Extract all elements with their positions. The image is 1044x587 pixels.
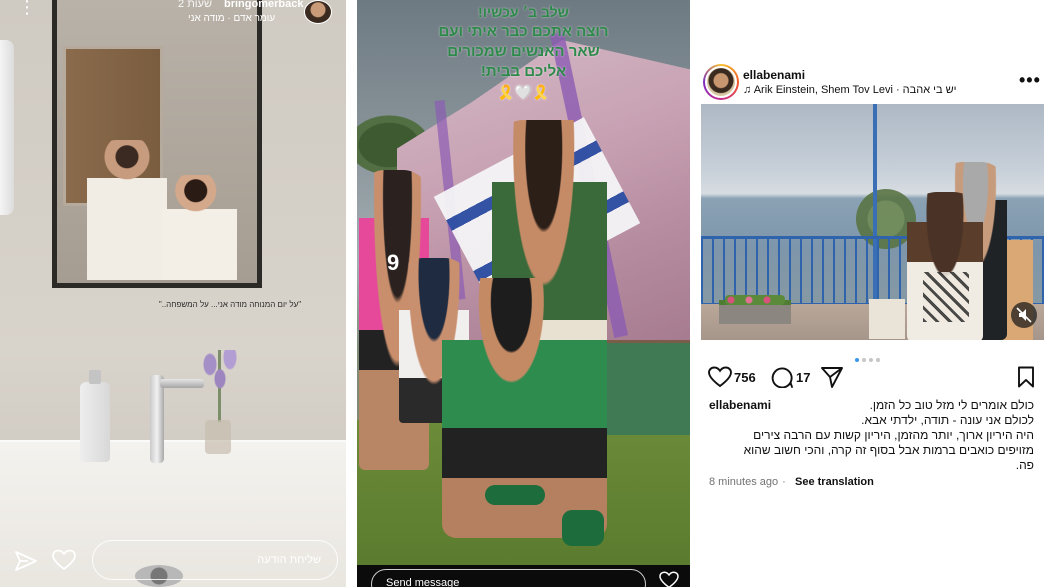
story-middle: 9 שלב ב׳ עכשיו! רוצה אתכם כבר איתי ועם ש…: [357, 0, 690, 587]
comment-icon[interactable]: [770, 366, 794, 393]
story-text-line: אליכם בבית!: [480, 63, 567, 80]
instagram-post: ellabenami ♫ Arik Einstein, Shem Tov Lev…: [701, 0, 1044, 587]
sneaker: [562, 510, 604, 546]
story-caption: "על יום המנוחה מודה אני... על המשפחה..": [158, 300, 302, 309]
post-music-label: Arik Einstein, Shem Tov Levi · יש בי אהב…: [753, 84, 957, 96]
avatar[interactable]: [705, 66, 737, 98]
separator-dot: ·: [782, 476, 786, 488]
soap-dispenser: [80, 370, 110, 462]
planter-pot: [869, 299, 905, 339]
vase: [205, 420, 231, 454]
post-caption: ellabenami כולם אומרים לי מזל טוב כל הזמ…: [709, 398, 1034, 473]
ribbon-emoji: 🎗️🤍🎗️: [497, 84, 550, 100]
jersey-number: 9: [387, 250, 400, 275]
caption-line: מזויפים כואבים ברמות אבל בסוף זה קרה, וה…: [743, 443, 1034, 457]
post-image[interactable]: [701, 104, 1044, 340]
post-username[interactable]: ellabenami: [743, 68, 805, 82]
more-icon[interactable]: ⋮: [18, 0, 36, 16]
story-username[interactable]: bringomerback: [224, 0, 303, 10]
avatar[interactable]: [304, 0, 332, 24]
story-left-footer: שליחת הודעה: [0, 536, 346, 587]
caption-line: לכולם אני עונה - תודה, ילדתי אבא.: [861, 413, 1034, 427]
reply-input[interactable]: Send message: [371, 569, 646, 587]
knit-vest: [923, 272, 969, 322]
time-ago: 8 minutes ago: [709, 476, 779, 488]
person-man: [87, 140, 167, 280]
heart-icon[interactable]: [52, 549, 76, 576]
lavender-plant: [195, 350, 245, 422]
story-left: "על יום המנוחה מודה אני... על המשפחה.." …: [0, 0, 346, 587]
heart-icon[interactable]: [659, 571, 679, 587]
music-note-icon: ♫: [743, 84, 752, 96]
story-left-header: ⋮ 2 שעות bringomerback עומר אדם · מודה א…: [0, 0, 346, 32]
sneaker: [485, 485, 545, 505]
bookmark-icon[interactable]: [1016, 366, 1036, 393]
story-text-line: שאר האנשים שמכורים: [447, 43, 600, 60]
caption-username[interactable]: ellabenami: [709, 398, 771, 413]
paper-dispenser: [0, 40, 14, 215]
story-text-line: רוצה אתכם כבר איתי ועם: [438, 23, 609, 40]
heart-icon[interactable]: [708, 366, 732, 393]
story-text-overlay: שלב ב׳ עכשיו! רוצה אתכם כבר איתי ועם שאר…: [357, 2, 690, 102]
post-timestamp: 8 minutes ago ·: [709, 476, 790, 488]
flower-planter: [719, 295, 791, 324]
story-time: 2 שעות: [178, 0, 213, 10]
send-icon[interactable]: [14, 550, 38, 577]
more-icon[interactable]: •••: [1019, 70, 1041, 91]
tent-base: [602, 340, 690, 435]
story-music[interactable]: עומר אדם · מודה אני: [188, 13, 275, 24]
story-middle-footer: Send message: [357, 565, 690, 587]
story-text-line: שלב ב׳ עכשיו!: [478, 4, 569, 20]
caption-line: פה.: [1015, 458, 1034, 472]
reply-input[interactable]: שליחת הודעה: [92, 540, 338, 580]
post-header: ellabenami ♫ Arik Einstein, Shem Tov Lev…: [701, 58, 1044, 104]
post-actions: 756 17: [701, 362, 1044, 392]
mute-icon[interactable]: [1011, 302, 1037, 328]
caption-line: היה היריון ארוך, יותר מהזמן, היריון קשות…: [753, 428, 1034, 442]
mirror: [52, 0, 262, 288]
send-icon[interactable]: [820, 366, 844, 393]
comment-count[interactable]: 17: [796, 370, 810, 385]
person-woman: [162, 175, 237, 280]
like-count[interactable]: 756: [734, 370, 756, 385]
see-translation-link[interactable]: See translation: [795, 476, 874, 488]
faucet: [150, 375, 204, 463]
post-music[interactable]: ♫ Arik Einstein, Shem Tov Levi · יש בי א…: [743, 84, 957, 96]
